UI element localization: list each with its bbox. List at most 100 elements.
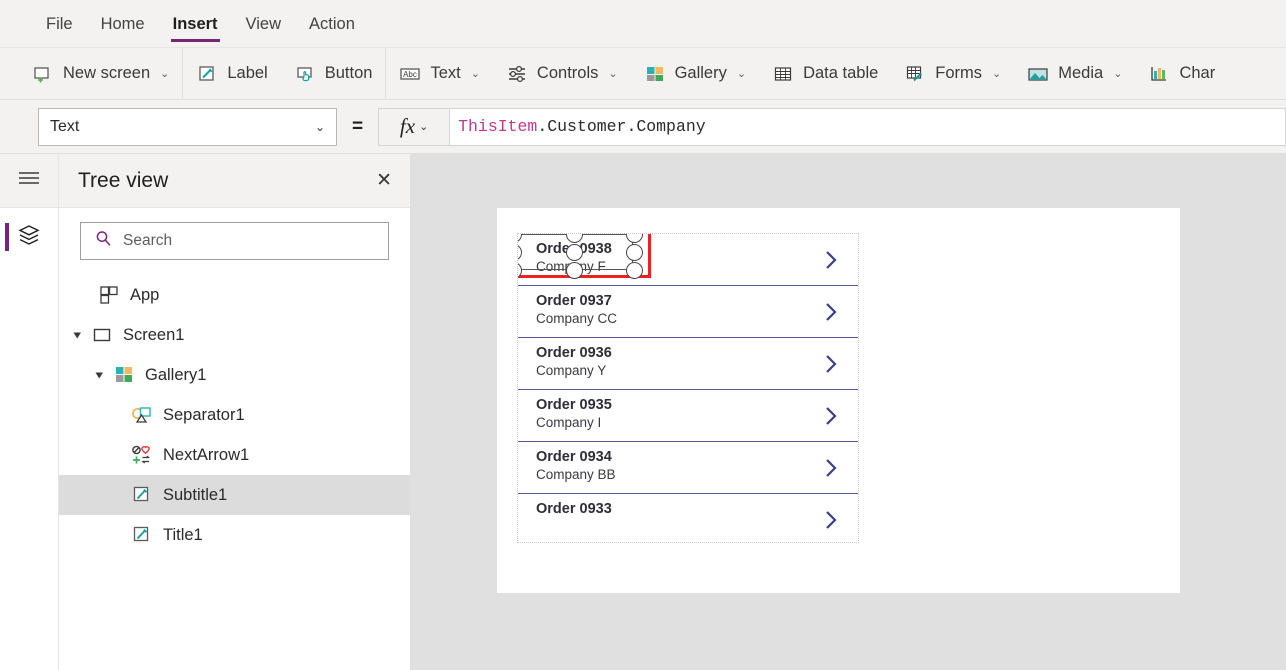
chevron-down-icon[interactable]: ⌄ (160, 67, 169, 80)
tree-item-label: Title1 (163, 525, 203, 544)
equals-sign: = (352, 115, 364, 137)
tree-item-nextarrow1[interactable]: NextArrow1 (59, 435, 410, 475)
powerapps-studio-window: File Home Insert View Action New screen … (0, 0, 1286, 670)
gallery1-control[interactable]: Order 0938 Company F Order 0937 Company … (517, 233, 859, 543)
media-image-icon (1027, 63, 1049, 85)
tree-item-screen1[interactable]: Screen1 (59, 315, 410, 355)
gallery-row-title: Order 0935 (536, 397, 612, 413)
tree-item-gallery1[interactable]: Gallery1 (59, 355, 410, 395)
tree-item-label: Separator1 (163, 405, 245, 424)
formula-identifier: ThisItem (458, 117, 538, 136)
resize-handle-top-left[interactable] (518, 234, 522, 243)
gallery-row-subtitle: Company CC (536, 311, 618, 326)
gallery-icon (113, 364, 135, 386)
tree-item-separator1[interactable]: Separator1 (59, 395, 410, 435)
ribbon-forms-label: Forms (935, 64, 983, 82)
search-input[interactable]: Search (80, 222, 389, 260)
forms-icon (904, 63, 926, 85)
tree-view-title: Tree view (78, 168, 169, 192)
chevron-down-icon: ⌄ (314, 119, 325, 134)
chevron-down-icon: ⌄ (419, 121, 429, 133)
next-arrow-chevron-icon[interactable] (823, 455, 841, 481)
menu-item-view[interactable]: View (232, 0, 295, 48)
label-icon (196, 63, 218, 85)
twisty-expanded-icon[interactable] (93, 371, 106, 380)
new-screen-icon (32, 63, 54, 85)
gallery-row-title: Order 0937 (536, 293, 612, 309)
twisty-expanded-icon[interactable] (71, 331, 84, 340)
ribbon-gallery-button[interactable]: Gallery ⌄ (631, 48, 759, 99)
tree-item-app[interactable]: App (59, 275, 410, 315)
tree-item-title1[interactable]: Title1 (59, 515, 410, 555)
next-arrow-chevron-icon[interactable] (823, 247, 841, 273)
ribbon-text-button[interactable]: Abc Text ⌄ (386, 48, 492, 99)
gallery-row-title: Order 0936 (536, 345, 612, 361)
chevron-down-icon[interactable]: ⌄ (471, 67, 480, 80)
gallery-row[interactable]: Order 0936 Company Y (518, 338, 858, 390)
app-icon (98, 284, 120, 306)
formula-bar: Text ⌄ = fx ⌄ ThisItem .Customer.Company (0, 100, 1286, 154)
button-icon (294, 63, 316, 85)
tree-item-label: Subtitle1 (163, 485, 228, 504)
ribbon-new-screen-label: New screen (63, 64, 151, 82)
property-select-value: Text (50, 117, 80, 135)
ribbon-charts-button[interactable]: Char (1135, 48, 1228, 99)
gallery-row-title: Order 0938 (536, 241, 612, 257)
menu-item-home[interactable]: Home (87, 0, 159, 48)
fx-button[interactable]: fx ⌄ (378, 107, 451, 146)
ribbon-forms-button[interactable]: Forms ⌄ (891, 48, 1014, 99)
ribbon-media-button[interactable]: Media ⌄ (1014, 48, 1135, 99)
ribbon-label-button[interactable]: Label (183, 48, 280, 99)
rail-button-tree-view[interactable] (0, 208, 58, 266)
chevron-down-icon[interactable]: ⌄ (1113, 67, 1122, 80)
next-arrow-chevron-icon[interactable] (823, 507, 841, 533)
menu-item-action[interactable]: Action (295, 0, 369, 48)
resize-handle-bottom-left[interactable] (518, 262, 522, 279)
gallery-row-subtitle: Company BB (536, 467, 616, 482)
ribbon-new-screen-button[interactable]: New screen ⌄ (0, 48, 182, 99)
gallery-row[interactable]: Order 0938 Company F (518, 234, 858, 286)
tree-item-list: App Screen1 Gallery1 Separator1 NextArro… (59, 273, 410, 555)
hamburger-menu-button[interactable] (0, 154, 58, 208)
controls-sliders-icon (506, 63, 528, 85)
gallery-row-subtitle[interactable]: Company F (536, 258, 858, 275)
ribbon-controls-button[interactable]: Controls ⌄ (493, 48, 631, 99)
menu-item-file[interactable]: File (32, 0, 87, 48)
ribbon-button-button[interactable]: Button (281, 48, 386, 99)
text-abc-icon: Abc (399, 63, 421, 85)
search-placeholder: Search (123, 232, 173, 249)
property-select[interactable]: Text ⌄ (38, 107, 337, 146)
tree-item-label: NextArrow1 (163, 445, 250, 464)
chevron-down-icon[interactable]: ⌄ (992, 67, 1001, 80)
ribbon-controls-label: Controls (536, 64, 599, 82)
next-arrow-chevron-icon[interactable] (823, 403, 841, 429)
ribbon-button-label: Button (324, 64, 373, 82)
app-screen-canvas[interactable]: Order 0938 Company F Order 0937 Company … (497, 208, 1180, 593)
separator-icon (131, 404, 153, 426)
ribbon-gallery-label: Gallery (674, 64, 727, 82)
next-arrow-icon (131, 444, 153, 466)
ribbon-text-label: Text (430, 64, 461, 82)
main-menu-bar: File Home Insert View Action (0, 0, 1286, 48)
ribbon-charts-label: Char (1179, 64, 1216, 82)
resize-handle-middle-left[interactable] (518, 244, 522, 261)
gallery-row[interactable]: Order 0933 (518, 494, 858, 542)
menu-item-insert[interactable]: Insert (159, 0, 232, 48)
fx-icon: fx (399, 114, 416, 138)
tree-view-header: Tree view ✕ (59, 154, 410, 208)
tree-search-wrapper: Search (59, 208, 410, 273)
close-icon[interactable]: ✕ (376, 171, 392, 190)
gallery-row-subtitle: Company I (536, 415, 602, 430)
screen-icon (91, 324, 113, 346)
formula-input[interactable]: ThisItem .Customer.Company (450, 107, 1286, 146)
chevron-down-icon[interactable]: ⌄ (608, 67, 617, 80)
chevron-down-icon[interactable]: ⌄ (737, 67, 746, 80)
next-arrow-chevron-icon[interactable] (823, 351, 841, 377)
ribbon-data-table-button[interactable]: Data table (759, 48, 891, 99)
tree-item-subtitle1[interactable]: Subtitle1 (59, 475, 410, 515)
gallery-row[interactable]: Order 0934 Company BB (518, 442, 858, 494)
gallery-row[interactable]: Order 0937 Company CC (518, 286, 858, 338)
next-arrow-chevron-icon[interactable] (823, 299, 841, 325)
gallery-row[interactable]: Order 0935 Company I (518, 390, 858, 442)
gallery-row-title: Order 0934 (536, 449, 612, 465)
